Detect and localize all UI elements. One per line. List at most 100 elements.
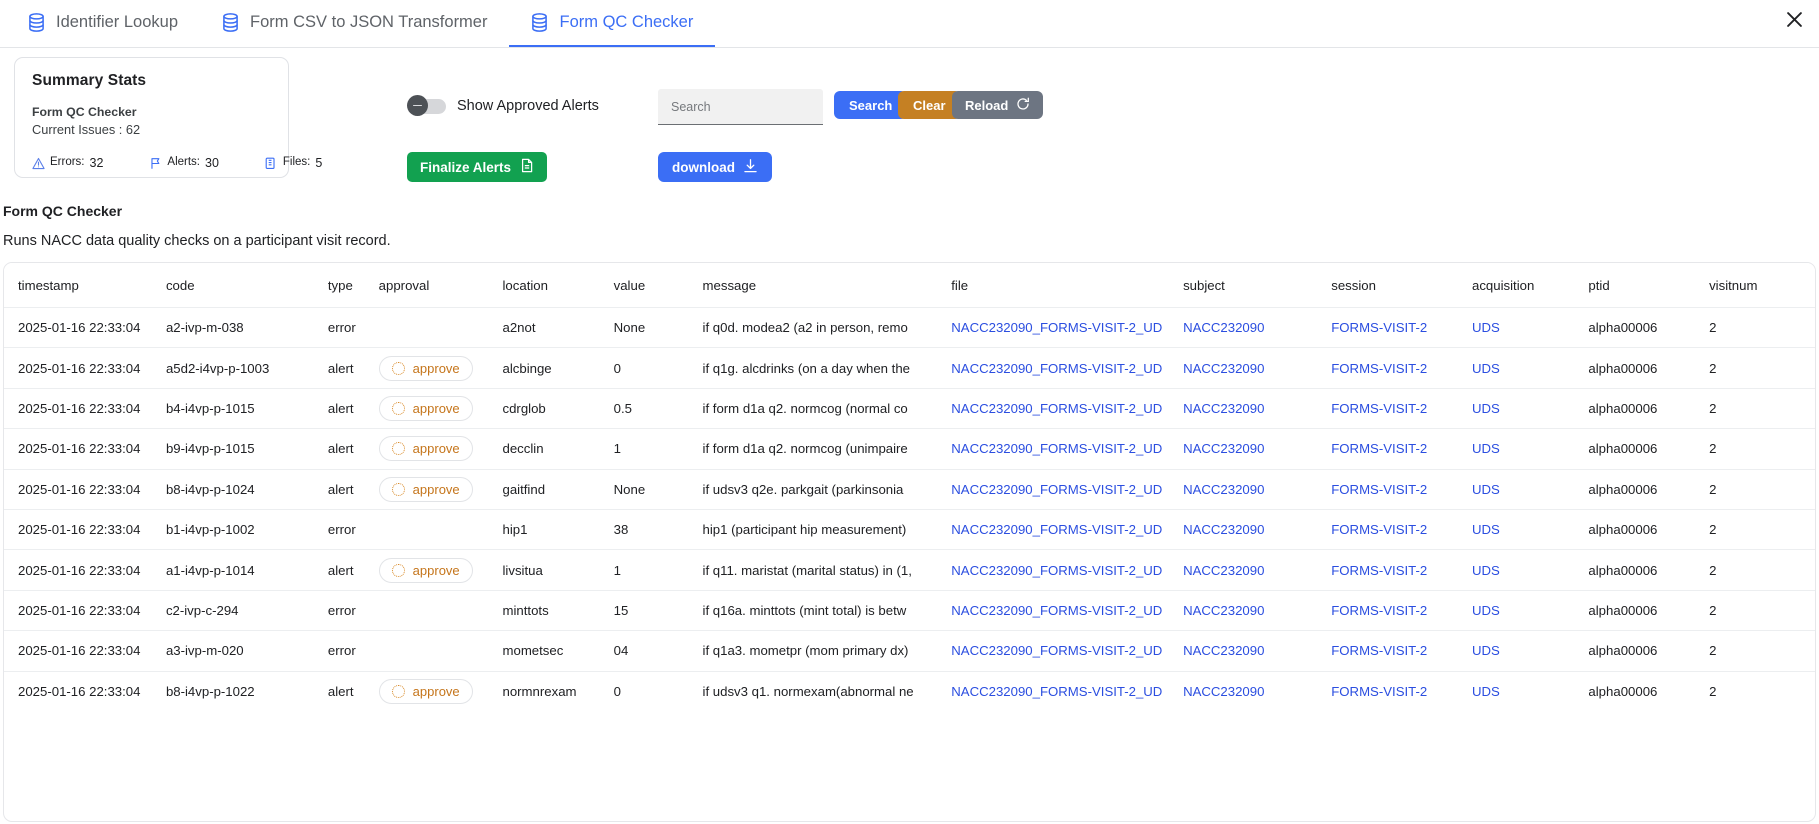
download-button[interactable]: download — [658, 152, 772, 182]
cell-file-link[interactable]: NACC232090_FORMS-VISIT-2_UD — [951, 603, 1162, 618]
cell-subject[interactable]: NACC232090 — [1183, 630, 1332, 672]
cell-subject-link[interactable]: NACC232090 — [1183, 401, 1264, 416]
cell-subject[interactable]: NACC232090 — [1183, 469, 1332, 510]
cell-file-link[interactable]: NACC232090_FORMS-VISIT-2_UD — [951, 441, 1162, 456]
column-header-approval[interactable]: approval — [378, 263, 503, 308]
search-input[interactable] — [658, 89, 823, 125]
approve-button[interactable]: approve — [378, 557, 473, 583]
cell-acquisition-link[interactable]: UDS — [1472, 401, 1500, 416]
cell-session-link[interactable]: FORMS-VISIT-2 — [1331, 361, 1427, 376]
close-icon[interactable] — [1781, 6, 1807, 32]
search-button[interactable]: Search — [834, 91, 908, 119]
cell-session-link[interactable]: FORMS-VISIT-2 — [1331, 563, 1427, 578]
cell-session-link[interactable]: FORMS-VISIT-2 — [1331, 603, 1427, 618]
cell-subject[interactable]: NACC232090 — [1183, 388, 1332, 430]
cell-subject-link[interactable]: NACC232090 — [1183, 603, 1264, 618]
tab-identifier-lookup[interactable]: Identifier Lookup — [6, 0, 200, 47]
column-header-subject[interactable]: subject — [1183, 263, 1332, 308]
cell-acquisition-link[interactable]: UDS — [1472, 684, 1500, 699]
cell-acquisition[interactable]: UDS — [1472, 671, 1588, 711]
approve-button[interactable]: approve — [378, 436, 473, 462]
cell-session[interactable]: FORMS-VISIT-2 — [1331, 307, 1472, 349]
column-header-code[interactable]: code — [165, 263, 328, 308]
cell-subject[interactable]: NACC232090 — [1183, 549, 1332, 591]
cell-acquisition[interactable]: UDS — [1472, 307, 1589, 349]
cell-acquisition-link[interactable]: UDS — [1472, 603, 1500, 618]
cell-file[interactable]: NACC232090_FORMS-VISIT-2_UD — [951, 307, 1184, 349]
cell-acquisition[interactable]: UDS — [1472, 509, 1589, 551]
column-header-file[interactable]: file — [951, 263, 1184, 308]
cell-acquisition[interactable]: UDS — [1472, 590, 1589, 632]
cell-file-link[interactable]: NACC232090_FORMS-VISIT-2_UD — [951, 320, 1162, 335]
toggle-track[interactable] — [407, 95, 446, 116]
column-header-acquisition[interactable]: acquisition — [1472, 263, 1589, 308]
cell-file[interactable]: NACC232090_FORMS-VISIT-2_UD — [951, 509, 1184, 551]
cell-session-link[interactable]: FORMS-VISIT-2 — [1331, 441, 1427, 456]
approve-button[interactable]: approve — [378, 476, 473, 502]
cell-subject-link[interactable]: NACC232090 — [1183, 361, 1264, 376]
approve-button[interactable]: approve — [378, 355, 473, 381]
cell-session-link[interactable]: FORMS-VISIT-2 — [1331, 643, 1427, 658]
show-approved-alerts-toggle[interactable]: Show Approved Alerts — [407, 95, 599, 116]
cell-file-link[interactable]: NACC232090_FORMS-VISIT-2_UD — [951, 684, 1162, 699]
cell-session[interactable]: FORMS-VISIT-2 — [1331, 388, 1472, 430]
cell-subject-link[interactable]: NACC232090 — [1183, 643, 1264, 658]
cell-file[interactable]: NACC232090_FORMS-VISIT-2_UD — [951, 428, 1184, 470]
cell-file-link[interactable]: NACC232090_FORMS-VISIT-2_UD — [951, 643, 1162, 658]
cell-file[interactable]: NACC232090_FORMS-VISIT-2_UD — [951, 630, 1184, 672]
cell-file[interactable]: NACC232090_FORMS-VISIT-2_UD — [951, 590, 1184, 632]
cell-acquisition-link[interactable]: UDS — [1472, 643, 1500, 658]
cell-subject-link[interactable]: NACC232090 — [1183, 482, 1264, 497]
cell-subject[interactable]: NACC232090 — [1183, 590, 1332, 632]
cell-acquisition-link[interactable]: UDS — [1472, 361, 1500, 376]
cell-file-link[interactable]: NACC232090_FORMS-VISIT-2_UD — [951, 361, 1162, 376]
cell-acquisition[interactable]: UDS — [1472, 549, 1589, 591]
column-header-type[interactable]: type — [327, 263, 379, 308]
cell-file[interactable]: NACC232090_FORMS-VISIT-2_UD — [951, 671, 1183, 711]
reload-button[interactable]: Reload — [952, 91, 1044, 119]
cell-session-link[interactable]: FORMS-VISIT-2 — [1331, 522, 1427, 537]
cell-acquisition-link[interactable]: UDS — [1472, 320, 1500, 335]
cell-session-link[interactable]: FORMS-VISIT-2 — [1331, 320, 1427, 335]
cell-subject-link[interactable]: NACC232090 — [1183, 320, 1264, 335]
cell-acquisition-link[interactable]: UDS — [1472, 482, 1500, 497]
approve-button[interactable]: approve — [378, 678, 473, 704]
cell-file-link[interactable]: NACC232090_FORMS-VISIT-2_UD — [951, 401, 1162, 416]
column-header-visitnum[interactable]: visitnum — [1709, 263, 1815, 308]
cell-session[interactable]: FORMS-VISIT-2 — [1331, 549, 1472, 591]
cell-subject-link[interactable]: NACC232090 — [1183, 563, 1264, 578]
finalize-alerts-button[interactable]: Finalize Alerts — [407, 152, 548, 182]
cell-acquisition[interactable]: UDS — [1472, 469, 1589, 510]
cell-session[interactable]: FORMS-VISIT-2 — [1331, 630, 1472, 672]
cell-acquisition-link[interactable]: UDS — [1472, 441, 1500, 456]
cell-session[interactable]: FORMS-VISIT-2 — [1331, 590, 1472, 632]
tab-form-csv-to-json-transformer[interactable]: Form CSV to JSON Transformer — [200, 0, 509, 47]
cell-file-link[interactable]: NACC232090_FORMS-VISIT-2_UD — [951, 563, 1162, 578]
column-header-message[interactable]: message — [702, 263, 952, 308]
cell-session-link[interactable]: FORMS-VISIT-2 — [1331, 684, 1427, 699]
cell-session[interactable]: FORMS-VISIT-2 — [1331, 347, 1472, 389]
cell-subject[interactable]: NACC232090 — [1183, 347, 1332, 389]
cell-file-link[interactable]: NACC232090_FORMS-VISIT-2_UD — [951, 522, 1162, 537]
column-header-timestamp[interactable]: timestamp — [4, 263, 166, 308]
cell-subject[interactable]: NACC232090 — [1183, 671, 1331, 711]
cell-subject[interactable]: NACC232090 — [1183, 509, 1332, 551]
cell-file[interactable]: NACC232090_FORMS-VISIT-2_UD — [951, 469, 1184, 510]
cell-acquisition[interactable]: UDS — [1472, 428, 1589, 470]
cell-subject[interactable]: NACC232090 — [1183, 307, 1332, 349]
cell-file[interactable]: NACC232090_FORMS-VISIT-2_UD — [951, 347, 1184, 389]
cell-subject-link[interactable]: NACC232090 — [1183, 684, 1264, 699]
tab-form-qc-checker[interactable]: Form QC Checker — [509, 0, 716, 47]
cell-subject-link[interactable]: NACC232090 — [1183, 441, 1264, 456]
cell-subject-link[interactable]: NACC232090 — [1183, 522, 1264, 537]
approve-button[interactable]: approve — [378, 395, 473, 421]
cell-subject[interactable]: NACC232090 — [1183, 428, 1332, 470]
cell-session-link[interactable]: FORMS-VISIT-2 — [1331, 482, 1427, 497]
cell-session[interactable]: FORMS-VISIT-2 — [1331, 428, 1472, 470]
column-header-value[interactable]: value — [613, 263, 703, 308]
column-header-session[interactable]: session — [1331, 263, 1472, 308]
cell-acquisition-link[interactable]: UDS — [1472, 522, 1500, 537]
cell-session[interactable]: FORMS-VISIT-2 — [1331, 469, 1472, 510]
cell-session-link[interactable]: FORMS-VISIT-2 — [1331, 401, 1427, 416]
cell-acquisition[interactable]: UDS — [1472, 347, 1589, 389]
